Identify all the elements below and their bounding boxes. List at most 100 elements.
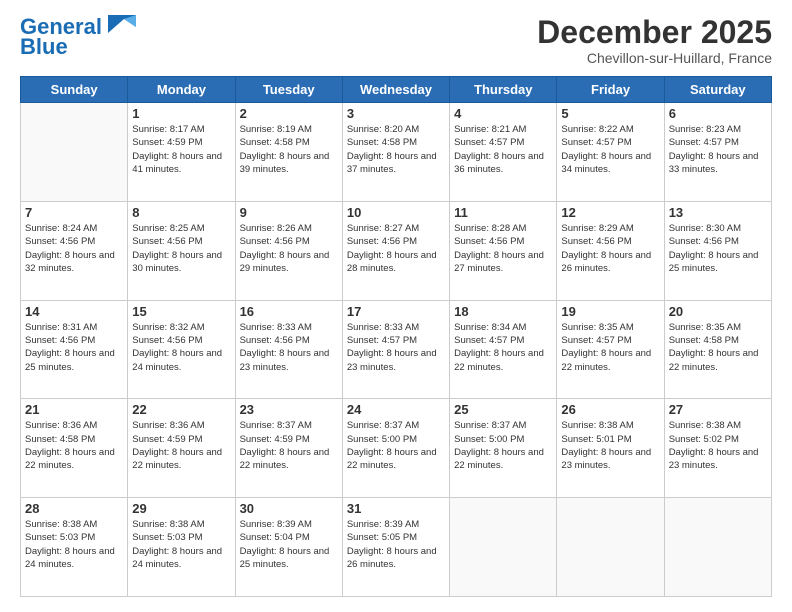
day-info: Sunrise: 8:19 AM Sunset: 4:58 PM Daylight:… [240, 123, 338, 176]
sunrise-text: Sunrise: 8:32 AM [132, 322, 204, 333]
day-number: 13 [669, 205, 767, 220]
sunset-text: Sunset: 4:57 PM [454, 137, 524, 148]
calendar-cell-w4-d1: 22Sunrise: 8:36 AMSunset: 4:59 PMDayligh… [128, 399, 235, 498]
sunset-text: Sunset: 4:58 PM [240, 137, 310, 148]
day-info: Sunrise: 8:28 AMSunset: 4:56 PMDaylight:… [454, 222, 552, 275]
calendar-cell-w1-d4: 4Sunrise: 8:21 AMSunset: 4:57 PMDaylight… [450, 103, 557, 202]
subtitle: Chevillon-sur-Huillard, France [537, 50, 772, 66]
sunset-text: Sunset: 4:59 PM [132, 434, 202, 445]
sunset-text: Sunset: 4:59 PM [132, 137, 202, 148]
calendar-week-4: 21Sunrise: 8:36 AMSunset: 4:58 PMDayligh… [21, 399, 772, 498]
day-number: 25 [454, 402, 552, 417]
day-number: 26 [561, 402, 659, 417]
calendar-cell-w1-d1: 1Sunrise: 8:17 AMSunset: 4:59 PMDaylight… [128, 103, 235, 202]
calendar-cell-w3-d2: 16Sunrise: 8:33 AMSunset: 4:56 PMDayligh… [235, 300, 342, 399]
header-friday: Friday [557, 77, 664, 103]
calendar-cell-w4-d4: 25Sunrise: 8:37 AMSunset: 5:00 PMDayligh… [450, 399, 557, 498]
logo: General Blue [20, 15, 136, 59]
sunrise-text: Sunrise: 8:25 AM [132, 223, 204, 234]
sunset-text: Sunset: 4:56 PM [132, 236, 202, 247]
day-number: 14 [25, 304, 123, 319]
sunset-text: Sunset: 4:58 PM [669, 335, 739, 346]
calendar-cell-w2-d4: 11 Sunrise: 8:28 AMSunset: 4:56 PMDayligh… [450, 201, 557, 300]
sunset-text: Sunset: 5:01 PM [561, 434, 631, 445]
sunrise-text: Sunrise: 8:31 AM [25, 322, 97, 333]
sunrise-text: Sunrise: 8:36 AM [25, 420, 97, 431]
daylight-text: Daylight: 8 hours and 25 minutes. [669, 250, 759, 274]
daylight-text: Daylight: 8 hours and 22 minutes. [454, 348, 544, 372]
sunrise-text: Sunrise: 8:26 AM [240, 223, 312, 234]
day-info: Sunrise: 8:29 AMSunset: 4:56 PMDaylight:… [561, 222, 659, 275]
day-info: Sunrise: 8:17 AMSunset: 4:59 PMDaylight:… [132, 123, 230, 176]
calendar-cell-w3-d5: 19Sunrise: 8:35 AMSunset: 4:57 PMDayligh… [557, 300, 664, 399]
day-number: 11 [454, 205, 552, 220]
header-monday: Monday [128, 77, 235, 103]
daylight-text: Daylight: 8 hours and 22 minutes. [132, 447, 222, 471]
daylight-text: Daylight: 8 hours and 39 minutes. [240, 151, 330, 175]
calendar-cell-w5-d6 [664, 498, 771, 597]
sunrise-text: Sunrise: 8:37 AM [240, 420, 312, 431]
calendar-cell-w1-d5: 5Sunrise: 8:22 AMSunset: 4:57 PMDaylight… [557, 103, 664, 202]
sunset-text: Sunset: 4:58 PM [347, 137, 417, 148]
day-number: 6 [669, 106, 767, 121]
sunrise-text: Sunrise: 8:35 AM [669, 322, 741, 333]
sunset-text: Sunset: 5:00 PM [454, 434, 524, 445]
calendar-week-2: 7Sunrise: 8:24 AMSunset: 4:56 PMDaylight… [21, 201, 772, 300]
daylight-text: Daylight: 8 hours and 37 minutes. [347, 151, 437, 175]
sunset-text: Sunset: 5:03 PM [25, 532, 95, 543]
sunrise-text: Sunrise: 8:38 AM [25, 519, 97, 530]
sunset-text: Sunset: 4:56 PM [347, 236, 417, 247]
day-number: 3 [347, 106, 445, 121]
calendar-cell-w5-d5 [557, 498, 664, 597]
sunrise-text: Sunrise: 8:27 AM [347, 223, 419, 234]
day-number: 21 [25, 402, 123, 417]
day-info: Sunrise: 8:27 AMSunset: 4:56 PMDaylight:… [347, 222, 445, 275]
calendar-cell-w1-d6: 6Sunrise: 8:23 AMSunset: 4:57 PMDaylight… [664, 103, 771, 202]
daylight-text: Daylight: 8 hours and 26 minutes. [561, 250, 651, 274]
calendar-cell-w2-d1: 8Sunrise: 8:25 AMSunset: 4:56 PMDaylight… [128, 201, 235, 300]
day-number: 17 [347, 304, 445, 319]
daylight-text: Daylight: 8 hours and 24 minutes. [25, 546, 115, 570]
day-number: 2 [240, 106, 338, 121]
day-info: Sunrise: 8:35 AMSunset: 4:58 PMDaylight:… [669, 321, 767, 374]
calendar-header-row: Sunday Monday Tuesday Wednesday Thursday… [21, 77, 772, 103]
sunset-text: Sunset: 4:56 PM [240, 236, 310, 247]
sunset-text: Sunset: 5:05 PM [347, 532, 417, 543]
sunset-text: Sunset: 4:56 PM [25, 236, 95, 247]
sunrise-text: Sunrise: 8:20 AM [347, 124, 419, 135]
calendar-cell-w3-d3: 17Sunrise: 8:33 AMSunset: 4:57 PMDayligh… [342, 300, 449, 399]
day-number: 4 [454, 106, 552, 121]
day-number: 5 [561, 106, 659, 121]
daylight-text: Daylight: 8 hours and 36 minutes. [454, 151, 544, 175]
day-number: 18 [454, 304, 552, 319]
sunset-text: Sunset: 5:00 PM [347, 434, 417, 445]
sunset-text: Sunset: 5:03 PM [132, 532, 202, 543]
day-info: Sunrise: 8:35 AMSunset: 4:57 PMDaylight:… [561, 321, 659, 374]
daylight-text: Daylight: 8 hours and 41 minutes. [132, 151, 222, 175]
day-info: Sunrise: 8:30 AMSunset: 4:56 PMDaylight:… [669, 222, 767, 275]
day-info: Sunrise: 8:37 AMSunset: 5:00 PMDaylight:… [347, 419, 445, 472]
calendar-cell-w5-d4 [450, 498, 557, 597]
day-info: Sunrise: 8:34 AMSunset: 4:57 PMDaylight:… [454, 321, 552, 374]
calendar-cell-w2-d3: 10Sunrise: 8:27 AMSunset: 4:56 PMDayligh… [342, 201, 449, 300]
calendar-cell-w5-d0: 28Sunrise: 8:38 AMSunset: 5:03 PMDayligh… [21, 498, 128, 597]
sunset-text: Sunset: 4:57 PM [561, 137, 631, 148]
calendar-cell-w5-d1: 29Sunrise: 8:38 AMSunset: 5:03 PMDayligh… [128, 498, 235, 597]
day-info: Sunrise: 8:38 AMSunset: 5:03 PMDaylight:… [132, 518, 230, 571]
header-wednesday: Wednesday [342, 77, 449, 103]
title-area: December 2025 Chevillon-sur-Huillard, Fr… [537, 15, 772, 66]
calendar-week-5: 28Sunrise: 8:38 AMSunset: 5:03 PMDayligh… [21, 498, 772, 597]
sunrise-text: Sunrise: 8:19 AM [240, 124, 312, 135]
calendar-cell-w1-d3: 3 Sunrise: 8:20 AM Sunset: 4:58 PM Daylight… [342, 103, 449, 202]
sunrise-text: Sunrise: 8:37 AM [454, 420, 526, 431]
sunrise-text: Sunrise: 8:36 AM [132, 420, 204, 431]
day-info: Sunrise: 8:24 AMSunset: 4:56 PMDaylight:… [25, 222, 123, 275]
day-info: Sunrise: 8:38 AMSunset: 5:01 PMDaylight:… [561, 419, 659, 472]
day-number: 12 [561, 205, 659, 220]
calendar-week-1: 1Sunrise: 8:17 AMSunset: 4:59 PMDaylight… [21, 103, 772, 202]
day-number: 24 [347, 402, 445, 417]
daylight-text: Daylight: 8 hours and 27 minutes. [454, 250, 544, 274]
sunset-text: Sunset: 4:56 PM [669, 236, 739, 247]
day-number: 20 [669, 304, 767, 319]
day-number: 15 [132, 304, 230, 319]
